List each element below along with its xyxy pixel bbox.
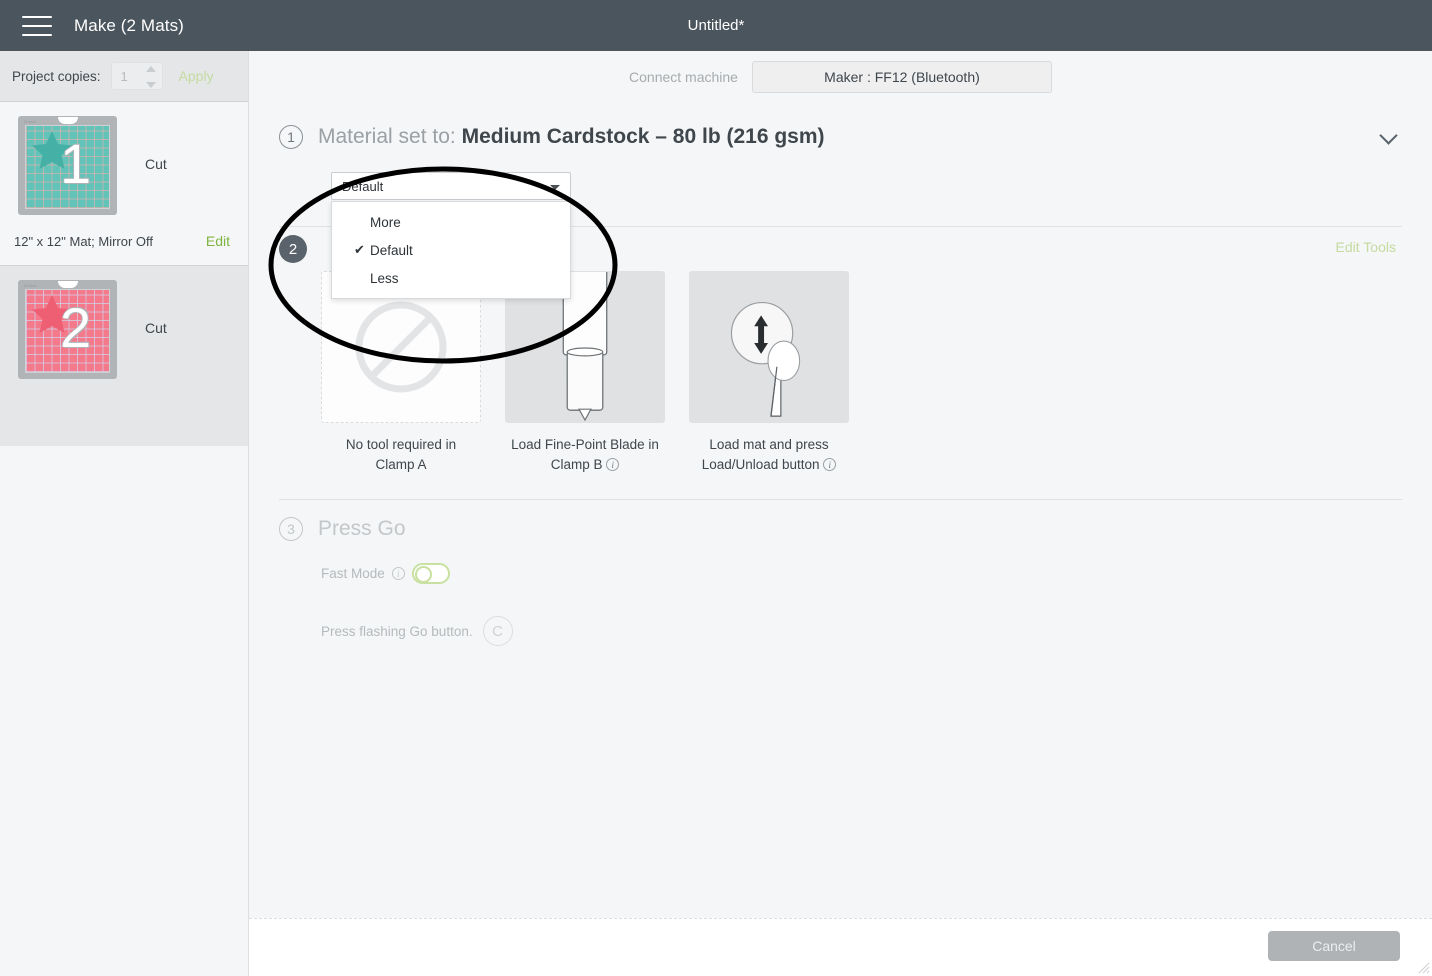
checkmark-icon: ✔ xyxy=(354,242,365,258)
press-go-instruction: Press flashing Go button. xyxy=(321,624,473,639)
tool-card-caption-a: No tool required in Clamp A xyxy=(321,435,481,475)
pressure-option-label: Default xyxy=(370,243,413,258)
project-copies-input[interactable] xyxy=(112,69,144,84)
info-icon[interactable]: i xyxy=(823,458,836,471)
info-icon[interactable]: i xyxy=(606,458,619,471)
pressure-option-label: Less xyxy=(370,271,399,286)
stepper-arrows[interactable] xyxy=(146,66,156,88)
pressure-select-wrapper: Default More ✔ Default Less xyxy=(331,172,571,200)
mat-notch xyxy=(58,281,78,288)
step-1-header: 1 Material set to: Medium Cardstock – 80… xyxy=(279,102,1402,172)
apply-button[interactable]: Apply xyxy=(179,68,214,84)
mat-list-item-1[interactable]: Cricut 1 Cut 12" x 12" Mat; Mirror Off E… xyxy=(0,102,248,265)
info-icon[interactable]: i xyxy=(392,567,405,580)
project-copies-stepper[interactable] xyxy=(111,62,163,90)
tool-card-caption-c: Load mat and press Load/Unload button i xyxy=(689,435,849,475)
pressure-option-more[interactable]: More xyxy=(332,208,570,236)
step-3-badge: 3 xyxy=(279,517,303,541)
hamburger-icon[interactable] xyxy=(22,16,52,36)
connect-machine-label: Connect machine xyxy=(629,69,738,85)
toggle-knob xyxy=(415,566,432,583)
tool-card-load-mat: Load mat and press Load/Unload button i xyxy=(689,271,849,475)
bottom-bar: Cancel xyxy=(249,918,1432,976)
tool-card-clamp-b: Load Fine-Point Blade in Clamp B i xyxy=(505,271,665,475)
pressure-select[interactable]: Default xyxy=(331,172,571,200)
mat-operation-2: Cut xyxy=(145,320,167,336)
make-title: Make (2 Mats) xyxy=(74,16,184,36)
mat-operation-1: Cut xyxy=(145,156,167,172)
mats-sidebar: Project copies: Apply Cricut xyxy=(0,51,249,976)
project-copies-bar: Project copies: Apply xyxy=(0,51,248,102)
material-name: Medium Cardstock – 80 lb (216 gsm) xyxy=(462,125,825,148)
project-copies-label: Project copies: xyxy=(12,69,101,84)
mat-edit-button-1[interactable]: Edit xyxy=(206,233,230,249)
pressure-selected-value: Default xyxy=(342,179,383,194)
fast-mode-row: Fast Mode i xyxy=(321,558,1402,588)
edit-tools-link[interactable]: Edit Tools xyxy=(1336,239,1396,255)
go-button-icon[interactable]: C xyxy=(483,616,513,646)
pressure-option-label: More xyxy=(370,215,401,230)
resize-grip-icon[interactable] xyxy=(1418,962,1430,974)
tool-card-clamp-a: No tool required in Clamp A xyxy=(321,271,481,475)
mat-brand-label: Cricut xyxy=(24,119,36,124)
caption-line-2: Load/Unload button xyxy=(702,457,820,472)
top-bar: Make (2 Mats) xyxy=(0,0,1432,51)
chevron-down-icon[interactable] xyxy=(1380,129,1396,145)
load-unload-finger-icon xyxy=(689,271,849,423)
connect-machine-bar: Connect machine Maker : FF12 (Bluetooth) xyxy=(249,51,1432,102)
make-screen: Make (2 Mats) Untitled* Project copies: … xyxy=(0,0,1432,976)
caption-line-2: Clamp A xyxy=(321,455,481,475)
caption-line-2: Clamp B xyxy=(551,457,603,472)
pressure-option-default[interactable]: ✔ Default xyxy=(332,236,570,264)
press-go-row: Press flashing Go button. C xyxy=(321,616,1402,646)
fast-mode-label: Fast Mode xyxy=(321,566,385,581)
step-2-badge: 2 xyxy=(279,235,307,263)
pressure-option-less[interactable]: Less xyxy=(332,264,570,292)
mat-list-item-2[interactable]: Cricut 2 Cut xyxy=(0,266,248,446)
mat-notch xyxy=(58,117,78,124)
material-prefix: Material set to: xyxy=(318,125,456,148)
cancel-button[interactable]: Cancel xyxy=(1268,931,1400,961)
stepper-down-icon[interactable] xyxy=(146,82,156,88)
pressure-dropdown-menu[interactable]: More ✔ Default Less xyxy=(331,201,571,299)
caption-line-1: Load mat and press xyxy=(689,435,849,455)
mat-number-2: 2 xyxy=(60,300,91,356)
press-go-title: Press Go xyxy=(318,517,406,541)
caption-line-1: No tool required in xyxy=(321,435,481,455)
step-1-badge: 1 xyxy=(279,125,303,149)
stepper-up-icon[interactable] xyxy=(146,66,156,72)
mat-number-1: 1 xyxy=(60,136,91,192)
caret-down-icon xyxy=(550,185,560,190)
mat-thumbnail-2[interactable]: Cricut 2 xyxy=(18,280,117,379)
step-3-header: 3 Press Go xyxy=(279,500,1402,558)
tool-card-caption-b: Load Fine-Point Blade in Clamp B i xyxy=(505,435,665,475)
caption-line-1: Load Fine-Point Blade in xyxy=(505,435,665,455)
material-set-text: Material set to: Medium Cardstock – 80 l… xyxy=(318,125,825,149)
mat-thumbnail-1[interactable]: Cricut 1 xyxy=(18,116,117,215)
machine-select-button[interactable]: Maker : FF12 (Bluetooth) xyxy=(752,61,1052,93)
fast-mode-toggle[interactable] xyxy=(412,563,450,584)
main-panel: Connect machine Maker : FF12 (Bluetooth)… xyxy=(249,51,1432,976)
mat-meta-1: 12" x 12" Mat; Mirror Off xyxy=(14,234,153,249)
mat-brand-label: Cricut xyxy=(24,283,36,288)
